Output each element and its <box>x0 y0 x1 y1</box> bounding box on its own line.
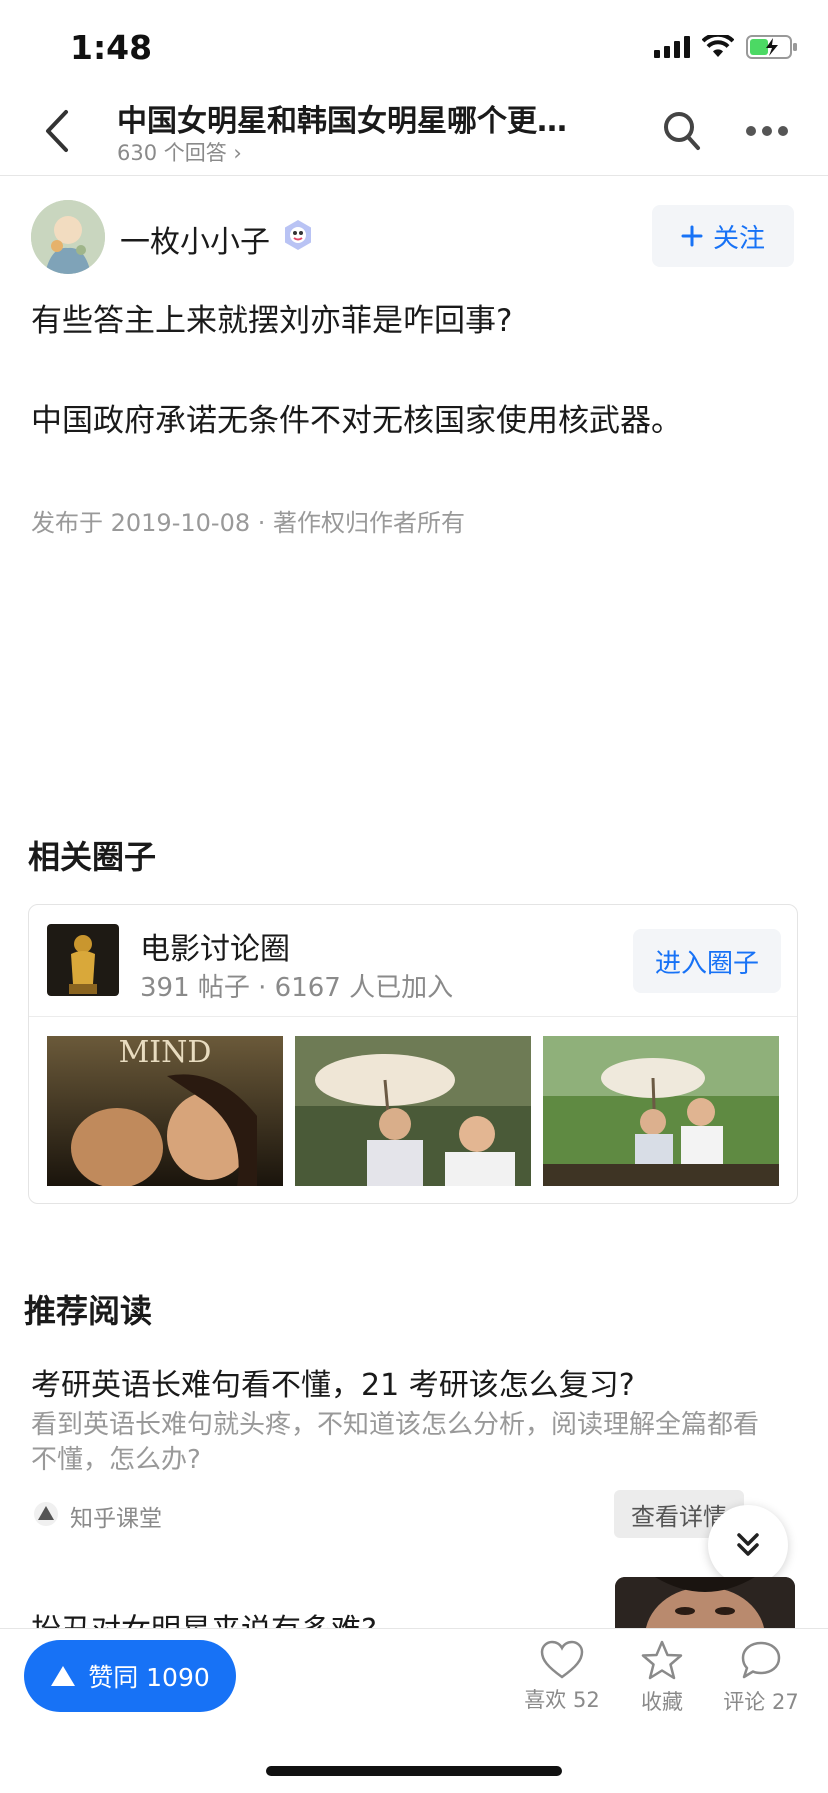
status-icons <box>654 34 798 60</box>
upvote-icon <box>51 1666 76 1686</box>
card-divider <box>29 1016 797 1017</box>
signal-icon <box>654 36 690 58</box>
follow-button[interactable]: 关注 <box>652 205 794 267</box>
home-indicator <box>266 1766 562 1776</box>
scroll-down-button[interactable] <box>708 1505 788 1585</box>
double-chevron-down-icon <box>737 1533 759 1556</box>
status-time: 1:48 <box>70 28 153 67</box>
answer-paragraph: 有些答主上来就摆刘亦菲是咋回事? <box>31 303 513 339</box>
back-icon[interactable] <box>38 108 78 154</box>
recommend-item-title[interactable]: 扮丑对女明星来说有多难? <box>31 1605 377 1629</box>
comment-icon <box>741 1641 781 1679</box>
search-icon[interactable] <box>662 110 702 152</box>
collect-button[interactable]: 收藏 <box>617 1640 707 1716</box>
star-icon <box>641 1640 683 1680</box>
author-name[interactable]: 一枚小小子 <box>120 217 270 261</box>
source-icon <box>34 1502 58 1526</box>
nav-divider <box>0 175 828 176</box>
circle-name[interactable]: 电影讨论圈 <box>140 924 290 968</box>
circle-photo[interactable] <box>295 1036 531 1186</box>
more-icon[interactable] <box>745 124 789 138</box>
circle-thumbnail <box>47 924 119 996</box>
like-label: 喜欢 52 <box>524 1688 600 1712</box>
wifi-icon <box>702 35 734 57</box>
plus-icon <box>681 225 703 247</box>
battery-icon <box>746 35 797 59</box>
answer-count[interactable]: 630 个回答 › <box>117 137 242 167</box>
heart-icon <box>540 1640 584 1679</box>
comment-label: 评论 27 <box>723 1690 799 1714</box>
upvote-label: 赞同 1090 <box>88 1663 210 1692</box>
enter-circle-button[interactable]: 进入圈子 <box>633 929 781 993</box>
upvote-button[interactable]: 赞同 1090 <box>24 1640 236 1712</box>
poster-text: MIND <box>119 1036 212 1070</box>
badge-icon <box>285 220 311 250</box>
circle-photo[interactable] <box>543 1036 779 1186</box>
collect-label: 收藏 <box>641 1690 683 1714</box>
question-title[interactable]: 中国女明星和韩国女明星哪个更… <box>117 96 567 140</box>
follow-label: 关注 <box>712 223 765 254</box>
answer-meta: 发布于 2019-10-08 · 著作权归作者所有 <box>31 509 465 537</box>
recommend-item-thumbnail[interactable] <box>615 1577 795 1629</box>
comment-button[interactable]: 评论 27 <box>716 1640 806 1716</box>
circle-stats: 391 帖子 · 6167 人已加入 <box>140 973 454 1003</box>
answer-paragraph: 中国政府承诺无条件不对无核国家使用核武器。 <box>31 403 682 439</box>
circle-photo[interactable]: MIND <box>47 1036 283 1186</box>
recommend-item-title[interactable]: 考研英语长难句看不懂，21 考研该怎么复习? <box>31 1360 635 1404</box>
related-circle-title: 相关圈子 <box>28 838 157 876</box>
avatar[interactable] <box>31 200 105 274</box>
recommend-item-source: 知乎课堂 <box>70 1506 162 1532</box>
recommend-title: 推荐阅读 <box>24 1292 153 1330</box>
like-button[interactable]: 喜欢 52 <box>517 1640 607 1714</box>
recommend-item-desc[interactable]: 看到英语长难句就头疼，不知道该怎么分析，阅读理解全篇都看不懂，怎么办? <box>31 1408 781 1478</box>
